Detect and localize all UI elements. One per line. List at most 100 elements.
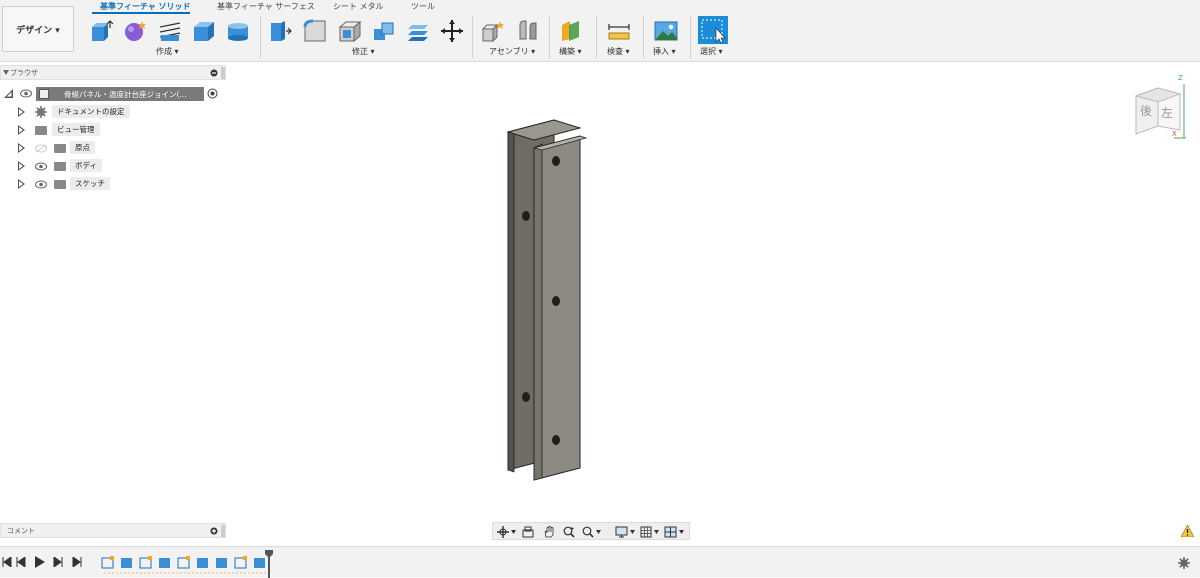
expand-triangle-icon[interactable] bbox=[18, 107, 25, 117]
chevron-down-icon[interactable] bbox=[596, 530, 601, 534]
box-icon[interactable] bbox=[192, 19, 216, 43]
group-assemble[interactable]: アセンブリ ▾ bbox=[489, 46, 535, 57]
tree-item-label: 原点 bbox=[70, 141, 95, 154]
shell-icon[interactable] bbox=[338, 19, 362, 43]
eye-icon[interactable] bbox=[35, 162, 47, 171]
workspace-switcher[interactable]: デザイン ▾ bbox=[2, 6, 74, 52]
browser-header: ブラウザ bbox=[0, 65, 226, 80]
timeline-feature-extrude-icon bbox=[159, 558, 170, 568]
expand-triangle-icon[interactable] bbox=[18, 125, 25, 135]
expand-triangle-icon[interactable] bbox=[18, 161, 25, 171]
viewcube-face-left[interactable]: 左 bbox=[1161, 104, 1173, 121]
group-modify[interactable]: 修正 ▾ bbox=[352, 46, 375, 57]
fillet-icon[interactable] bbox=[303, 19, 327, 43]
play-icon[interactable] bbox=[34, 556, 45, 568]
separator bbox=[596, 16, 597, 58]
separator bbox=[643, 16, 644, 58]
offset-plane-icon[interactable] bbox=[559, 19, 583, 43]
group-inspect[interactable]: 検査 ▾ bbox=[607, 46, 630, 57]
eye-icon[interactable] bbox=[35, 180, 47, 189]
go-to-start-icon[interactable] bbox=[2, 557, 12, 567]
select-icon[interactable] bbox=[698, 16, 728, 44]
folder-icon bbox=[54, 144, 66, 153]
go-to-end-icon[interactable] bbox=[72, 557, 82, 567]
warning-icon[interactable] bbox=[1181, 525, 1194, 537]
group-construct[interactable]: 構築 ▾ bbox=[559, 46, 582, 57]
tree-item-sketches[interactable]: スケッチ bbox=[0, 176, 226, 192]
step-forward-icon[interactable] bbox=[53, 557, 63, 567]
panel-grip-icon[interactable] bbox=[221, 525, 225, 537]
viewcube-face-back[interactable]: 後 bbox=[1140, 102, 1152, 119]
collapse-triangle-icon[interactable] bbox=[3, 70, 9, 76]
look-at-icon[interactable] bbox=[522, 526, 534, 538]
viewcube[interactable]: 後 左 Z X bbox=[1128, 74, 1190, 140]
comments-title: コメント bbox=[7, 527, 35, 535]
group-insert[interactable]: 挿入 ▾ bbox=[653, 46, 676, 57]
expanded-triangle-icon[interactable] bbox=[4, 89, 13, 98]
zoom-icon[interactable] bbox=[563, 526, 575, 538]
chevron-down-icon[interactable] bbox=[679, 530, 684, 534]
tree-item-document-settings[interactable]: ドキュメントの設定 bbox=[0, 104, 226, 120]
navigation-bar bbox=[492, 522, 690, 540]
tree-item-label: スケッチ bbox=[70, 177, 110, 190]
gear-icon bbox=[35, 106, 47, 118]
new-component-assembly-icon[interactable] bbox=[481, 19, 505, 43]
press-pull-icon[interactable] bbox=[268, 19, 292, 43]
comments-bar: コメント bbox=[0, 523, 226, 538]
eye-hidden-icon[interactable] bbox=[35, 144, 47, 153]
display-settings-icon[interactable] bbox=[615, 526, 628, 538]
cylinder-icon[interactable] bbox=[226, 19, 250, 43]
activate-radio-icon[interactable] bbox=[207, 88, 218, 99]
chevron-down-icon[interactable] bbox=[654, 530, 659, 534]
component-icon bbox=[39, 89, 49, 99]
toolbar: デザイン ▾ 基準フィーチャ ソリッド 基準フィーチャ サーフェス シート メタ… bbox=[0, 0, 1200, 62]
timeline-feature-sketch-icon bbox=[177, 556, 190, 569]
tree-item-label: ビュー管理 bbox=[52, 123, 100, 136]
extrude-sketch-icon[interactable] bbox=[158, 19, 182, 43]
measure-icon[interactable] bbox=[607, 19, 631, 43]
group-select[interactable]: 選択 ▾ bbox=[700, 46, 723, 57]
add-comment-icon[interactable] bbox=[210, 527, 218, 535]
browser-root-row[interactable]: 骨組パネル・温度計台座ジョイン(... bbox=[0, 86, 226, 102]
grid-icon[interactable] bbox=[640, 526, 652, 538]
combine-icon[interactable] bbox=[372, 19, 396, 43]
offset-face-icon[interactable] bbox=[406, 19, 430, 43]
timeline-feature-sketch-icon bbox=[234, 556, 247, 569]
insert-image-icon[interactable] bbox=[654, 19, 678, 43]
tab-tools[interactable]: ツール bbox=[411, 1, 435, 12]
browser-title: ブラウザ bbox=[10, 69, 38, 77]
timeline-settings-gear-icon[interactable] bbox=[1178, 557, 1190, 569]
zoom-window-icon[interactable] bbox=[582, 526, 594, 538]
chevron-down-icon[interactable] bbox=[630, 530, 635, 534]
panel-grip-icon[interactable] bbox=[221, 67, 225, 79]
tree-item-bodies[interactable]: ボディ bbox=[0, 158, 226, 174]
pan-hand-icon[interactable] bbox=[543, 526, 555, 538]
orbit-icon[interactable] bbox=[497, 526, 509, 538]
step-back-icon[interactable] bbox=[16, 557, 26, 567]
move-icon[interactable] bbox=[440, 19, 464, 43]
timeline-marker-icon[interactable] bbox=[265, 550, 273, 578]
timeline-feature-extrude-icon bbox=[197, 558, 208, 568]
model-channel-part[interactable] bbox=[490, 110, 600, 490]
tree-item-label: ドキュメントの設定 bbox=[52, 105, 130, 118]
expand-triangle-icon[interactable] bbox=[18, 179, 25, 189]
new-component-icon[interactable] bbox=[90, 19, 114, 43]
eye-icon[interactable] bbox=[20, 89, 32, 98]
chevron-down-icon[interactable] bbox=[511, 530, 516, 534]
timeline-feature-extrude-icon bbox=[121, 558, 132, 568]
tree-item-label: ボディ bbox=[70, 159, 102, 172]
tab-sheet-metal[interactable]: シート メタル bbox=[333, 1, 384, 12]
timeline-feature-extrude-icon bbox=[254, 558, 265, 568]
expand-triangle-icon[interactable] bbox=[18, 143, 25, 153]
axis-z-label: Z bbox=[1178, 74, 1183, 82]
minimize-icon[interactable] bbox=[210, 69, 218, 77]
tab-surface[interactable]: 基準フィーチャ サーフェス bbox=[217, 1, 315, 12]
tab-solid[interactable]: 基準フィーチャ ソリッド bbox=[100, 1, 191, 12]
form-icon[interactable] bbox=[123, 19, 147, 43]
joint-icon[interactable] bbox=[516, 19, 540, 43]
group-create[interactable]: 作成 ▾ bbox=[156, 46, 179, 57]
tree-item-view-management[interactable]: ビュー管理 bbox=[0, 122, 226, 138]
timeline-feature-sketch-icon bbox=[101, 556, 114, 569]
tree-item-origin[interactable]: 原点 bbox=[0, 140, 226, 156]
viewports-icon[interactable] bbox=[664, 526, 677, 538]
